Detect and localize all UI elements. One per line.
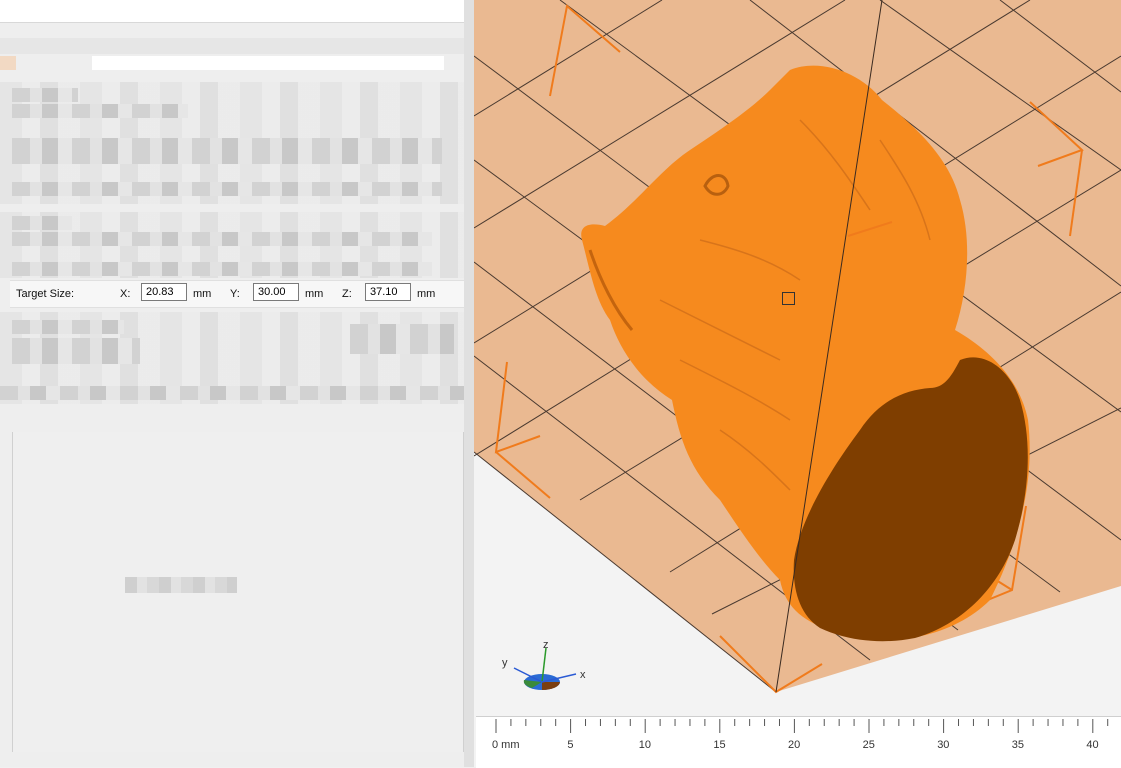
- obscured-text: [12, 232, 432, 246]
- x-label: X:: [120, 288, 131, 300]
- ruler-ticks: [495, 719, 1109, 733]
- panel-color-chip: [0, 56, 16, 70]
- target-size-label: Target Size:: [16, 288, 75, 300]
- ruler-tick-label: 5: [567, 739, 574, 751]
- obscured-text: [0, 386, 474, 400]
- y-unit: mm: [305, 288, 324, 300]
- obscured-text: [12, 138, 442, 164]
- target-size-z-input[interactable]: [365, 283, 411, 301]
- target-size-row: Target Size: X: mm Y: mm Z: mm: [10, 280, 468, 308]
- obscured-text: [12, 182, 442, 196]
- obscured-text: [12, 262, 432, 276]
- obscured-text: [12, 104, 188, 118]
- x-unit: mm: [193, 288, 212, 300]
- obscured-text: [12, 320, 124, 334]
- ruler-tick-label: 40: [1086, 739, 1099, 751]
- axis-y-label: y: [502, 657, 508, 669]
- axis-x-label: x: [580, 669, 586, 681]
- target-size-x-input[interactable]: [141, 283, 187, 301]
- ruler-tick-label: 15: [713, 739, 726, 751]
- axis-gizmo: z x y: [502, 639, 586, 690]
- ruler-tick-label: 35: [1011, 739, 1025, 751]
- target-size-y-input[interactable]: [253, 283, 299, 301]
- pivot-marker[interactable]: [782, 292, 795, 305]
- panel-splitter[interactable]: [464, 0, 474, 767]
- ruler-tick-label: 30: [937, 739, 950, 751]
- panel-top-field: [0, 0, 464, 23]
- properties-panel: Target Size: X: mm Y: mm Z: mm: [0, 0, 474, 767]
- ruler-tick-label: 0 mm: [492, 739, 520, 751]
- z-unit: mm: [417, 288, 436, 300]
- obscured-text: [12, 88, 78, 102]
- obscured-text: [125, 577, 237, 593]
- ruler-tick-label: 10: [638, 739, 652, 751]
- obscured-text: [12, 216, 72, 230]
- panel-name-field: [92, 56, 444, 70]
- obscured-text: [350, 324, 454, 354]
- ruler-tick-label: 20: [788, 739, 801, 751]
- panel-bottom-area: [12, 432, 464, 752]
- ruler-tick-label: 25: [862, 739, 875, 751]
- z-label: Z:: [342, 288, 352, 300]
- y-label: Y:: [230, 288, 240, 300]
- panel-header-strip: [0, 38, 474, 54]
- axis-z-label: z: [543, 639, 549, 651]
- obscured-text: [12, 338, 140, 364]
- scale-ruler: 0 mm 5 10 15 20 25 30 35 40: [476, 716, 1121, 768]
